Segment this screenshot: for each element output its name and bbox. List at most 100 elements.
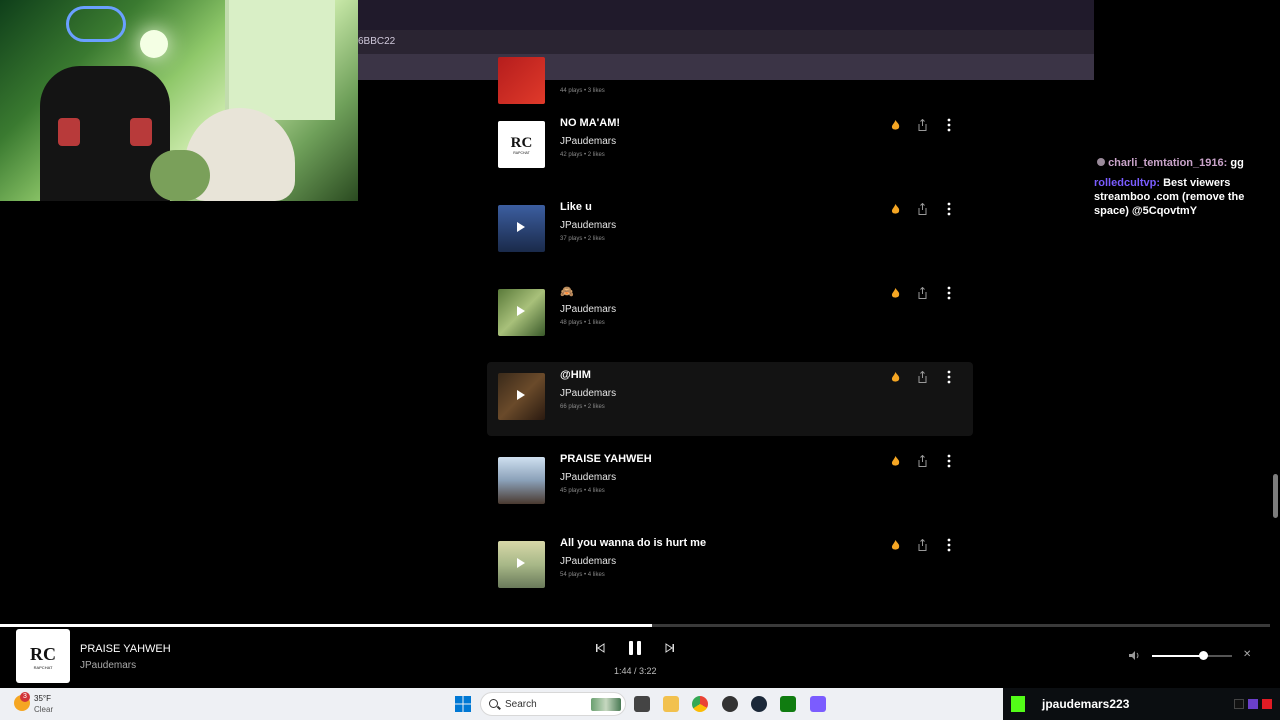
- more-options-icon[interactable]: [947, 286, 951, 300]
- share-icon[interactable]: [918, 203, 927, 215]
- chat-username[interactable]: charli_temtation_1916:: [1108, 157, 1227, 169]
- track-artwork[interactable]: [498, 457, 545, 504]
- chat-message: Best viewers: [1163, 177, 1231, 189]
- track-row[interactable]: RC RAPCHAT NO MA'AM! JPaudemars 42 plays • 2…: [487, 110, 973, 184]
- chat-avatar-icon: [1097, 158, 1105, 166]
- share-icon[interactable]: [918, 371, 927, 383]
- obs-icon[interactable]: [722, 696, 738, 712]
- play-icon[interactable]: [517, 558, 525, 568]
- share-icon[interactable]: [918, 455, 927, 467]
- previous-track-icon[interactable]: [595, 643, 605, 653]
- play-icon[interactable]: [517, 390, 525, 400]
- chrome-icon[interactable]: [692, 696, 708, 712]
- track-row[interactable]: @HIM JPaudemars 66 plays • 2 likes: [487, 362, 973, 436]
- svg-text:RC: RC: [30, 644, 56, 664]
- chat-username[interactable]: rolledcultvp:: [1094, 177, 1160, 189]
- color-swatch-red: [1262, 699, 1272, 709]
- track-title[interactable]: 🙈: [560, 285, 574, 298]
- kick-username: jpaudemars223: [1042, 697, 1130, 711]
- track-title[interactable]: @HIM: [560, 369, 591, 381]
- color-swatch-purple: [1248, 699, 1258, 709]
- svg-text:RAPCHAT: RAPCHAT: [34, 665, 53, 670]
- more-options-icon[interactable]: [947, 454, 951, 468]
- gamepad-neon-sign: [66, 6, 126, 42]
- chat-message: streamboo .com (remove the: [1094, 191, 1245, 203]
- more-options-icon[interactable]: [947, 202, 951, 216]
- search-label: Search: [505, 699, 537, 710]
- play-icon[interactable]: [517, 306, 525, 316]
- track-title[interactable]: All you wanna do is hurt me: [560, 537, 706, 549]
- volume-icon[interactable]: [1129, 651, 1140, 660]
- track-artwork[interactable]: [498, 373, 545, 420]
- svg-text:RC: RC: [511, 135, 533, 151]
- kick-panel: jpaudemars223: [1003, 688, 1280, 720]
- track-stats: 48 plays • 1 likes: [560, 320, 605, 326]
- more-options-icon[interactable]: [947, 370, 951, 384]
- play-icon[interactable]: [517, 222, 525, 232]
- file-explorer-icon[interactable]: [663, 696, 679, 712]
- share-icon[interactable]: [918, 287, 927, 299]
- track-artwork[interactable]: RC RAPCHAT: [498, 121, 545, 168]
- windows-taskbar: 3 35°F Clear Search jpaudemars223: [0, 688, 1280, 720]
- track-artist[interactable]: JPaudemars: [560, 388, 616, 399]
- steam-icon[interactable]: [751, 696, 767, 712]
- webcam-overlay: [0, 0, 358, 201]
- close-player-button[interactable]: ✕: [1243, 649, 1251, 660]
- track-artist[interactable]: JPaudemars: [560, 220, 616, 231]
- track-row[interactable]: 44 plays • 3 likes: [487, 46, 973, 120]
- track-stats: 44 plays • 3 likes: [560, 88, 605, 94]
- track-row[interactable]: 🙈 JPaudemars 48 plays • 1 likes: [487, 278, 973, 352]
- scrollbar-thumb[interactable]: [1273, 474, 1278, 518]
- app-grid-icon[interactable]: [810, 696, 826, 712]
- fire-icon[interactable]: [891, 372, 900, 383]
- more-options-icon[interactable]: [947, 538, 951, 552]
- track-stats: 37 plays • 2 likes: [560, 236, 605, 242]
- track-artwork[interactable]: [498, 541, 545, 588]
- taskbar-search[interactable]: Search: [480, 692, 626, 716]
- color-swatch-black: [1234, 699, 1244, 709]
- track-row[interactable]: Like u JPaudemars 37 plays • 2 likes: [487, 194, 973, 268]
- track-title[interactable]: Like u: [560, 201, 592, 213]
- track-stats: 42 plays • 2 likes: [560, 152, 605, 158]
- fire-icon[interactable]: [891, 288, 900, 299]
- track-row[interactable]: All you wanna do is hurt me JPaudemars 54 …: [487, 530, 973, 604]
- volume-slider[interactable]: [1152, 651, 1232, 660]
- playback-time: 1:44 / 3:22: [614, 666, 657, 676]
- track-title[interactable]: PRAISE YAHWEH: [560, 453, 652, 465]
- now-playing-artist[interactable]: JPaudemars: [80, 660, 136, 671]
- share-icon[interactable]: [918, 539, 927, 551]
- volume-knob[interactable]: [1199, 651, 1209, 660]
- track-artwork[interactable]: [498, 289, 545, 336]
- track-artwork[interactable]: [498, 205, 545, 252]
- windows-start-icon[interactable]: [455, 696, 471, 712]
- search-highlight-art: [591, 698, 621, 711]
- fire-icon[interactable]: [891, 540, 900, 551]
- next-track-icon[interactable]: [665, 643, 675, 653]
- fire-icon[interactable]: [891, 456, 900, 467]
- track-title[interactable]: NO MA'AM!: [560, 117, 620, 129]
- track-artist[interactable]: JPaudemars: [560, 136, 616, 147]
- track-stats: 45 plays • 4 likes: [560, 488, 605, 494]
- more-options-icon[interactable]: [947, 118, 951, 132]
- now-playing-title: PRAISE YAHWEH: [80, 643, 171, 655]
- track-row[interactable]: PRAISE YAHWEH JPaudemars 45 plays • 4 like…: [487, 446, 973, 520]
- weather-temperature[interactable]: 35°F: [34, 694, 51, 703]
- volume-fill: [1152, 655, 1204, 657]
- pause-icon[interactable]: [627, 640, 643, 656]
- chat-message: space) @5CqovtmY: [1094, 205, 1198, 217]
- fire-icon[interactable]: [891, 120, 900, 131]
- track-artwork[interactable]: [498, 57, 545, 104]
- track-stats: 66 plays • 2 likes: [560, 404, 605, 410]
- xbox-icon[interactable]: [780, 696, 796, 712]
- weather-badge: 3: [20, 692, 30, 702]
- weather-condition[interactable]: Clear: [34, 705, 53, 714]
- fire-icon[interactable]: [891, 204, 900, 215]
- svg-text:RAPCHAT: RAPCHAT: [513, 151, 530, 155]
- task-view-icon[interactable]: [634, 696, 650, 712]
- track-artist[interactable]: JPaudemars: [560, 556, 616, 567]
- track-artist[interactable]: JPaudemars: [560, 304, 616, 315]
- share-icon[interactable]: [918, 119, 927, 131]
- page-scrollbar[interactable]: [1270, 222, 1280, 688]
- now-playing-artwork: RC RAPCHAT: [16, 629, 70, 683]
- track-artist[interactable]: JPaudemars: [560, 472, 616, 483]
